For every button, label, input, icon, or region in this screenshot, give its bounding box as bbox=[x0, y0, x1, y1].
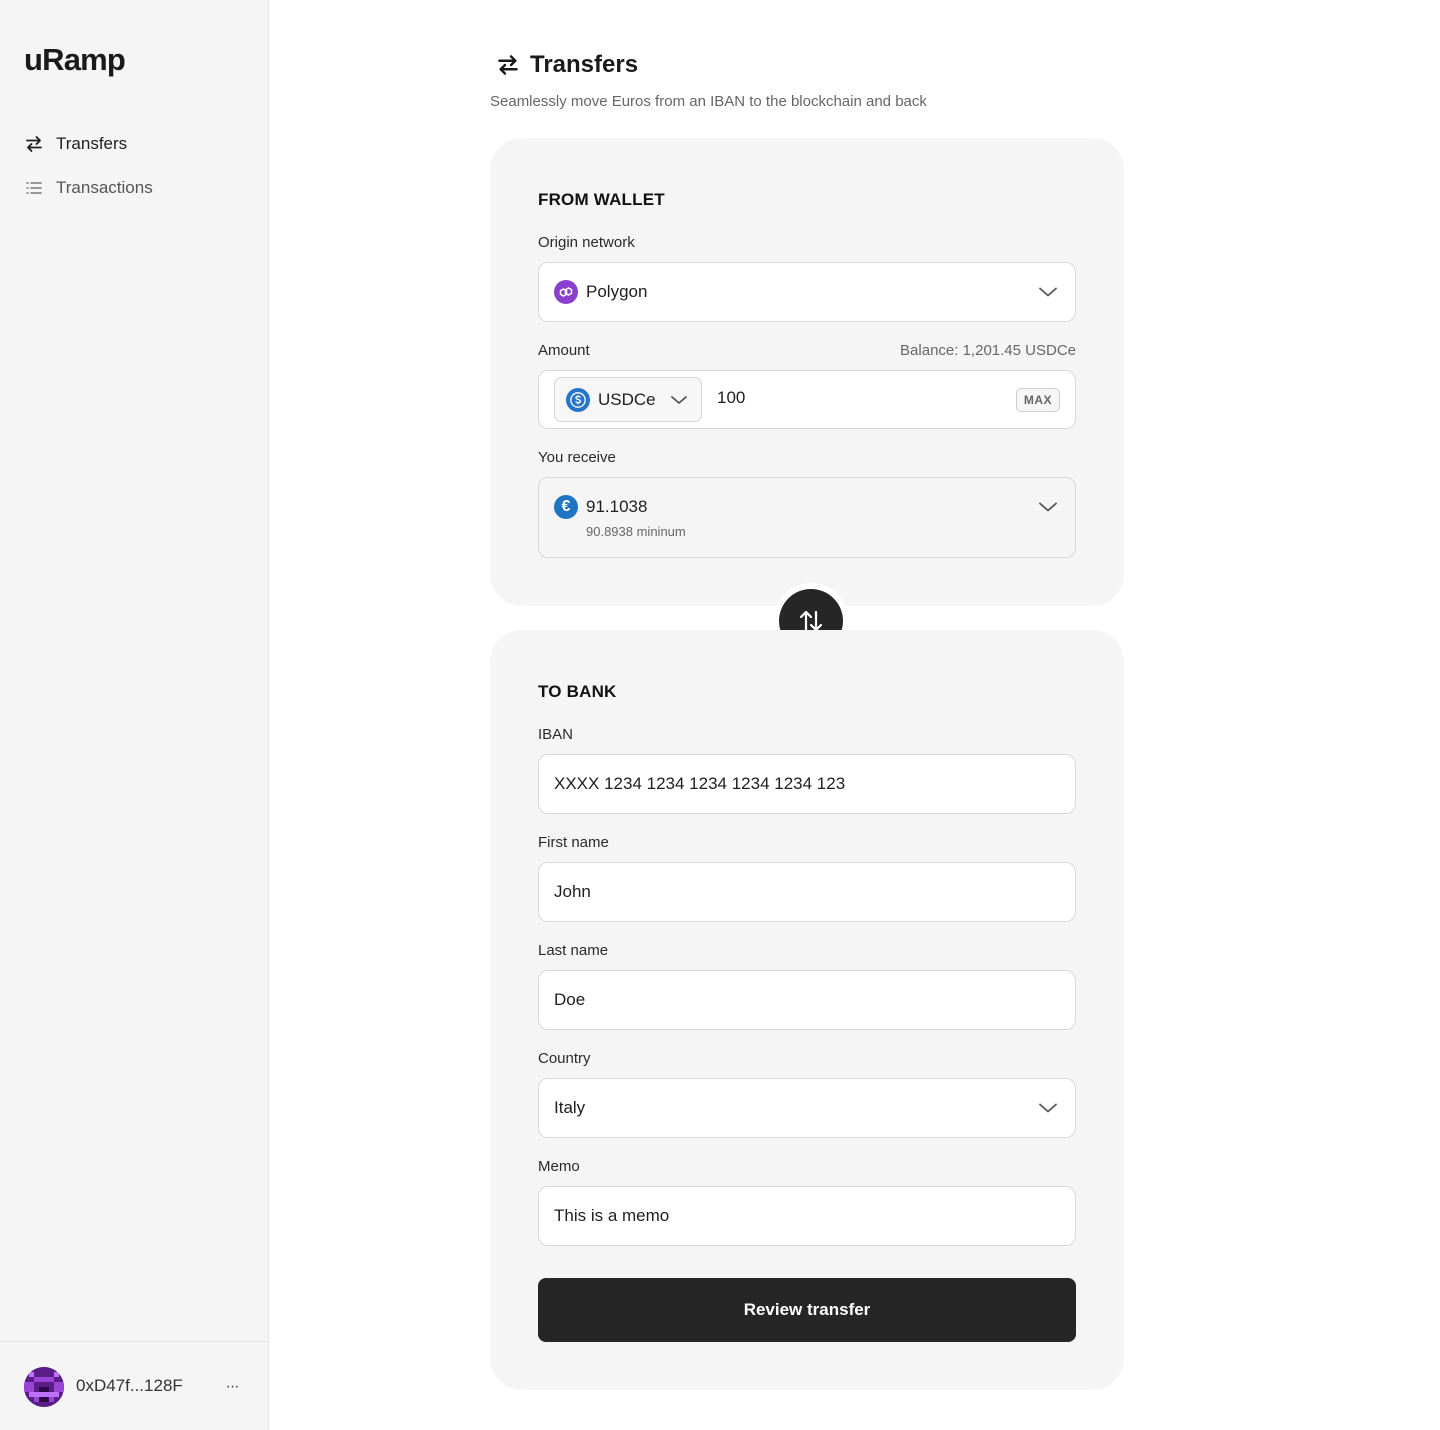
to-bank-card: TO BANK IBAN XXXX 1234 1234 1234 1234 12… bbox=[490, 630, 1124, 1390]
page-header: Transfers bbox=[490, 48, 638, 82]
memo-value: This is a memo bbox=[554, 1206, 670, 1225]
chevron-down-icon bbox=[1039, 502, 1057, 512]
iban-label: IBAN bbox=[538, 726, 574, 743]
receive-minimum: 90.8938 mininum bbox=[586, 524, 686, 539]
token-select[interactable]: USDCe bbox=[554, 377, 702, 422]
sidebar-item-label: Transactions bbox=[56, 178, 153, 197]
avatar[interactable] bbox=[24, 1367, 64, 1407]
first-name-label: First name bbox=[538, 834, 609, 851]
more-options-button[interactable]: ··· bbox=[222, 1372, 242, 1402]
chevron-down-icon bbox=[1039, 287, 1057, 297]
euro-icon: € bbox=[554, 495, 578, 519]
app-logo[interactable]: uRamp bbox=[24, 42, 126, 78]
sidebar: uRamp Transfers Transactions 0xD47f...12… bbox=[0, 0, 269, 1430]
country-value: Italy bbox=[554, 1098, 586, 1117]
origin-network-value: Polygon bbox=[586, 282, 648, 301]
page-title: Transfers bbox=[530, 51, 639, 78]
arrows-left-right-icon bbox=[494, 51, 522, 79]
origin-network-label: Origin network bbox=[538, 234, 635, 251]
list-icon bbox=[24, 178, 44, 198]
last-name-value: Doe bbox=[554, 990, 586, 1009]
iban-field[interactable]: XXXX 1234 1234 1234 1234 1234 123 bbox=[538, 754, 1076, 814]
iban-value: XXXX 1234 1234 1234 1234 1234 123 bbox=[554, 774, 846, 793]
sidebar-item-label: Transfers bbox=[56, 134, 128, 153]
sidebar-item-transactions[interactable]: Transactions bbox=[24, 173, 153, 203]
token-value: USDCe bbox=[598, 389, 656, 409]
sidebar-footer: 0xD47f...128F ··· bbox=[0, 1341, 268, 1430]
from-wallet-card: FROM WALLET Origin network Polygon Amoun… bbox=[490, 138, 1124, 606]
chevron-down-icon bbox=[1039, 1103, 1057, 1113]
amount-field[interactable]: USDCe 100 MAX bbox=[538, 370, 1076, 429]
arrows-left-right-icon bbox=[24, 134, 44, 154]
chevron-down-icon bbox=[671, 396, 687, 404]
max-button[interactable]: MAX bbox=[1015, 388, 1060, 412]
sidebar-item-transfers[interactable]: Transfers bbox=[24, 129, 127, 159]
last-name-field[interactable]: Doe bbox=[538, 970, 1076, 1030]
review-transfer-button[interactable]: Review transfer bbox=[538, 1278, 1076, 1342]
country-select[interactable]: Italy bbox=[538, 1078, 1076, 1138]
country-label: Country bbox=[538, 1050, 591, 1067]
from-wallet-title: FROM WALLET bbox=[538, 190, 665, 209]
first-name-value: John bbox=[554, 882, 591, 901]
amount-input[interactable]: 100 bbox=[717, 388, 745, 408]
balance-text: Balance: 1,201.45 USDCe bbox=[900, 342, 1076, 359]
polygon-icon bbox=[554, 280, 578, 304]
usdc-icon bbox=[566, 387, 590, 412]
memo-field[interactable]: This is a memo bbox=[538, 1186, 1076, 1246]
amount-label: Amount bbox=[538, 342, 590, 359]
wallet-address: 0xD47f...128F bbox=[76, 1376, 183, 1395]
last-name-label: Last name bbox=[538, 942, 609, 959]
memo-label: Memo bbox=[538, 1158, 580, 1175]
origin-network-select[interactable]: Polygon bbox=[538, 262, 1076, 322]
receive-select[interactable]: € 91.1038 90.8938 mininum bbox=[538, 477, 1076, 558]
first-name-field[interactable]: John bbox=[538, 862, 1076, 922]
receive-label: You receive bbox=[538, 449, 616, 466]
page-subtitle: Seamlessly move Euros from an IBAN to th… bbox=[490, 93, 927, 110]
to-bank-title: TO BANK bbox=[538, 682, 617, 701]
receive-value: 91.1038 bbox=[586, 497, 648, 516]
